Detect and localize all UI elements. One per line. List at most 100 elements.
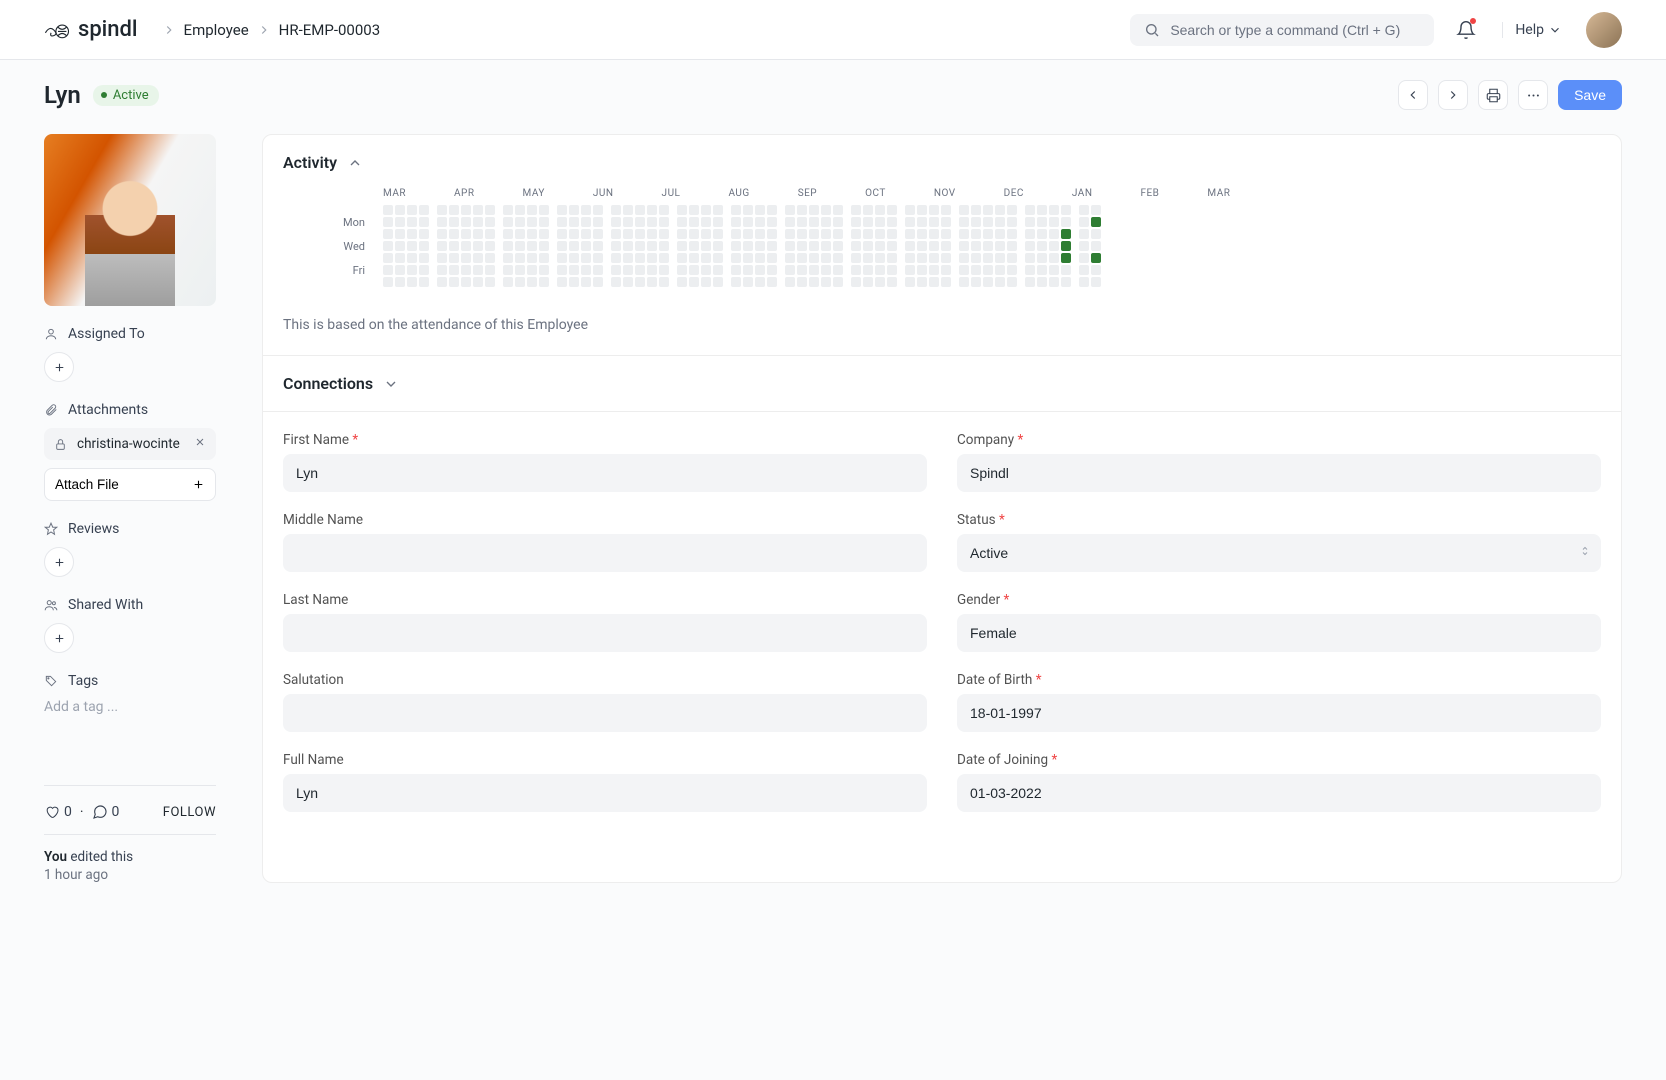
heatmap-cell (797, 241, 807, 251)
heatmap-cell (449, 229, 459, 239)
heatmap-cell (461, 217, 471, 227)
tag-input[interactable]: Add a tag ... (44, 699, 216, 715)
dob-input[interactable] (957, 694, 1601, 732)
heatmap-cell (1091, 241, 1101, 251)
chevron-right-icon (257, 23, 271, 37)
heatmap-cell (473, 265, 483, 275)
first-name-input[interactable] (283, 454, 927, 492)
heatmap-cell (581, 217, 591, 227)
heatmap-cell (1091, 205, 1101, 215)
heatmap-cell (983, 205, 993, 215)
comments-count[interactable]: 0 (92, 804, 120, 820)
heatmap-cell (887, 205, 897, 215)
heatmap-cell (659, 253, 669, 263)
heatmap-grid (383, 205, 1101, 287)
help-dropdown[interactable]: Help (1502, 22, 1562, 38)
chevron-left-icon (1406, 88, 1420, 102)
connections-section-header[interactable]: Connections (283, 374, 1601, 393)
profile-photo[interactable] (44, 134, 216, 306)
heatmap-cell (689, 229, 699, 239)
heatmap-cell (419, 265, 429, 275)
yarn-icon (44, 19, 72, 41)
likes-value: 0 (64, 804, 72, 820)
full-name-input[interactable] (283, 774, 927, 812)
search-box[interactable] (1130, 14, 1434, 46)
heatmap-cell (659, 217, 669, 227)
last-name-label: Last Name (283, 592, 927, 608)
heatmap-cell (1025, 241, 1035, 251)
company-input[interactable] (957, 454, 1601, 492)
heatmap-cell (983, 217, 993, 227)
heatmap-cell (731, 241, 741, 251)
breadcrumb-emp-id[interactable]: HR-EMP-00003 (279, 21, 380, 39)
heatmap-cell (539, 229, 549, 239)
follow-button[interactable]: FOLLOW (163, 805, 216, 820)
print-button[interactable] (1478, 80, 1508, 110)
heatmap-month-label: MAR (1207, 188, 1230, 199)
heatmap-month-label: DEC (1004, 188, 1024, 199)
connections-title: Connections (283, 374, 373, 393)
breadcrumb-employee[interactable]: Employee (184, 21, 249, 39)
heatmap-cell (755, 229, 765, 239)
save-button[interactable]: Save (1558, 80, 1622, 110)
heatmap-month-label: JAN (1072, 188, 1093, 199)
gender-label: Gender * (957, 592, 1601, 608)
user-avatar[interactable] (1586, 12, 1622, 48)
doj-input[interactable] (957, 774, 1601, 812)
heatmap-cell (569, 265, 579, 275)
heatmap-cell (701, 217, 711, 227)
remove-attachment-button[interactable] (194, 436, 206, 452)
heatmap-cell (593, 241, 603, 251)
chevron-right-icon (162, 23, 176, 37)
heatmap-cell (713, 265, 723, 275)
chevron-right-icon (1446, 88, 1460, 102)
heatmap-cell (959, 229, 969, 239)
heatmap-month-label: OCT (865, 188, 886, 199)
user-icon (44, 327, 58, 341)
heatmap-month-label: JUL (662, 188, 681, 199)
heatmap-cell (743, 253, 753, 263)
heatmap-cell (689, 253, 699, 263)
add-assignee-button[interactable] (44, 352, 74, 382)
add-share-button[interactable] (44, 623, 74, 653)
heatmap-cell (995, 253, 1005, 263)
middle-name-input[interactable] (283, 534, 927, 572)
heatmap-cell (581, 229, 591, 239)
last-name-input[interactable] (283, 614, 927, 652)
notifications-button[interactable] (1450, 14, 1482, 46)
status-select[interactable] (957, 534, 1601, 572)
heatmap-cell (941, 241, 951, 251)
attachment-item[interactable]: christina-wocinte (44, 428, 216, 460)
heatmap-cell (767, 217, 777, 227)
heatmap-cell (539, 277, 549, 287)
heatmap-cell (1049, 217, 1059, 227)
activity-heatmap: MARAPRMAYJUNJULAUGSEPOCTNOVDECJANFEBMAR … (283, 172, 1601, 337)
search-input[interactable] (1170, 22, 1420, 38)
heatmap-cell (863, 277, 873, 287)
heatmap-cell (485, 205, 495, 215)
likes-count[interactable]: 0 (44, 804, 72, 820)
app-logo[interactable]: spindl (44, 17, 138, 42)
attach-file-button[interactable]: Attach File (44, 468, 216, 501)
salutation-input[interactable] (283, 694, 927, 732)
activity-section-header[interactable]: Activity (283, 153, 1601, 172)
salutation-label: Salutation (283, 672, 927, 688)
heatmap-cell (941, 253, 951, 263)
heatmap-cell (515, 205, 525, 215)
heatmap-cell (611, 277, 621, 287)
heatmap-cell (557, 205, 567, 215)
heatmap-cell (419, 277, 429, 287)
gender-input[interactable] (957, 614, 1601, 652)
next-button[interactable] (1438, 80, 1468, 110)
heatmap-month-label: AUG (728, 188, 749, 199)
heatmap-cell (905, 277, 915, 287)
add-review-button[interactable] (44, 547, 74, 577)
prev-button[interactable] (1398, 80, 1428, 110)
more-button[interactable] (1518, 80, 1548, 110)
heatmap-cell (581, 241, 591, 251)
heatmap-cell (515, 265, 525, 275)
heatmap-cell (395, 217, 405, 227)
heatmap-month-label: MAY (523, 188, 545, 199)
heatmap-cell (635, 265, 645, 275)
first-name-label: First Name * (283, 432, 927, 448)
